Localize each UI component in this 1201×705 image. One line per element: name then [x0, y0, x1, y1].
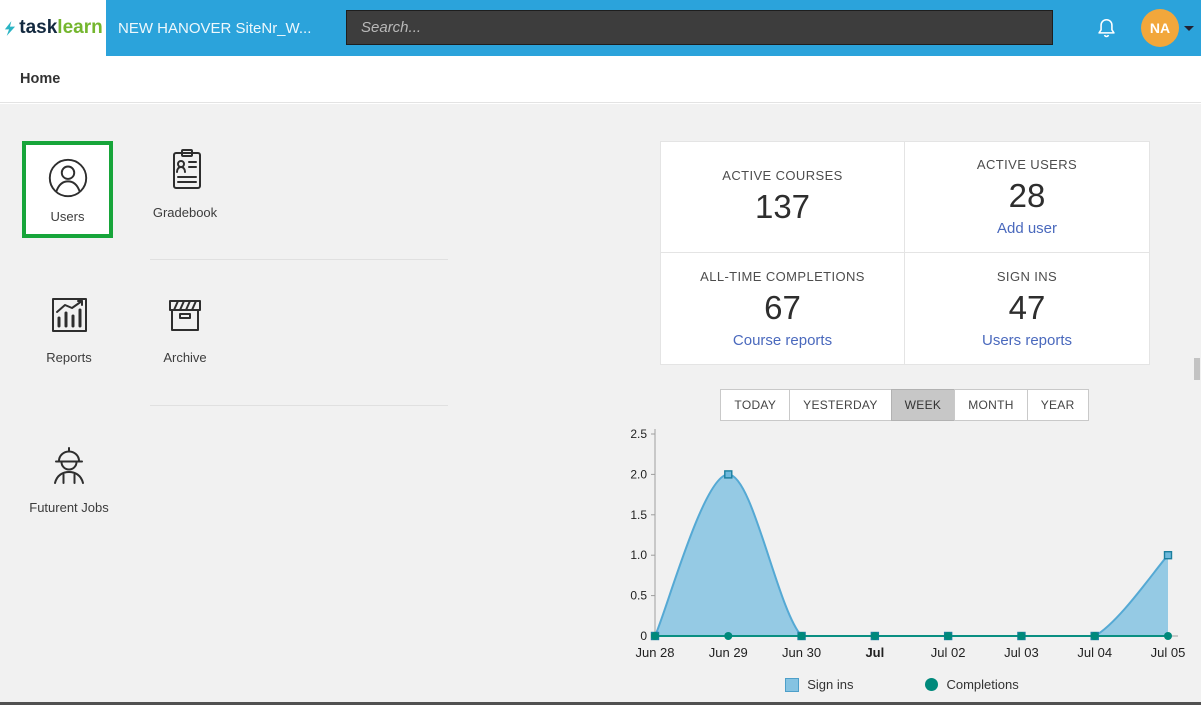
- stat-label: ALL-TIME COMPLETIONS: [700, 268, 865, 284]
- svg-text:0: 0: [640, 629, 647, 643]
- svg-text:Jul: Jul: [865, 645, 884, 660]
- bell-icon: [1097, 18, 1115, 37]
- svg-text:Jul 04: Jul 04: [1077, 645, 1112, 660]
- stat-value: 47: [1008, 288, 1046, 326]
- range-year-button[interactable]: YEAR: [1026, 389, 1089, 421]
- worker-icon: [54, 447, 84, 484]
- avatar[interactable]: NA: [1141, 9, 1179, 47]
- tile-futurent-jobs[interactable]: Futurent Jobs: [23, 441, 115, 515]
- logo-bolt-icon: [5, 20, 16, 36]
- divider: [150, 405, 448, 406]
- stats-panel: ACTIVE COURSES 137 ACTIVE USERS 28 Add u…: [660, 141, 1150, 365]
- svg-text:2.5: 2.5: [630, 427, 647, 441]
- logo-text: tasklearn: [19, 17, 103, 38]
- tile-label: Archive: [163, 350, 207, 365]
- users-reports-link[interactable]: Users reports: [982, 332, 1072, 349]
- divider: [150, 259, 448, 260]
- svg-text:Jul 03: Jul 03: [1004, 645, 1039, 660]
- vertical-scrollbar[interactable]: [1194, 358, 1200, 380]
- activity-chart: 0 0.5 1.0 1.5 2.0 2.5 Jun 28 Jun 29 Jun 30 Jul Jul…: [612, 426, 1192, 692]
- stat-sign-ins: SIGN INS 47 Users reports: [905, 253, 1150, 365]
- tile-label: Users: [50, 209, 85, 224]
- gradebook-icon: [173, 149, 201, 189]
- range-week-button[interactable]: WEEK: [890, 389, 956, 421]
- tile-label: Gradebook: [152, 205, 218, 220]
- tile-reports[interactable]: Reports: [23, 291, 115, 365]
- tile-label: Futurent Jobs: [29, 500, 109, 515]
- svg-text:2.0: 2.0: [630, 467, 647, 481]
- course-reports-link[interactable]: Course reports: [733, 332, 832, 349]
- svg-text:Jun 29: Jun 29: [709, 645, 748, 660]
- svg-text:0.5: 0.5: [630, 589, 647, 603]
- main-content: Users Gradebook Reports Archive Futurent…: [0, 104, 1201, 702]
- date-range-toggle: TODAY YESTERDAY WEEK MONTH YEAR: [660, 389, 1150, 421]
- search-bar: [346, 10, 1053, 45]
- svg-text:Jul 05: Jul 05: [1151, 645, 1186, 660]
- notifications-button[interactable]: [1094, 16, 1118, 40]
- profile-menu-caret-icon[interactable]: [1184, 26, 1194, 31]
- range-month-button[interactable]: MONTH: [954, 389, 1028, 421]
- sign-ins-swatch-icon: [785, 677, 800, 692]
- chart-legend: Sign ins Completions: [612, 677, 1192, 692]
- search-input[interactable]: [346, 10, 1053, 45]
- app-logo[interactable]: tasklearn: [0, 0, 106, 56]
- svg-text:1.0: 1.0: [630, 548, 647, 562]
- stat-active-courses: ACTIVE COURSES 137: [660, 141, 905, 253]
- stat-label: SIGN INS: [996, 268, 1058, 284]
- legend-sign-ins: Sign ins: [785, 677, 853, 692]
- site-name[interactable]: NEW HANOVER SiteNr_W...: [118, 20, 338, 37]
- top-header: tasklearn NEW HANOVER SiteNr_W... NA: [0, 0, 1201, 56]
- legend-label: Sign ins: [807, 677, 854, 692]
- svg-text:1.5: 1.5: [630, 508, 647, 522]
- tile-users[interactable]: Users: [22, 141, 113, 238]
- svg-text:Jun 28: Jun 28: [635, 645, 674, 660]
- svg-text:Jul 02: Jul 02: [931, 645, 966, 660]
- range-today-button[interactable]: TODAY: [720, 389, 791, 421]
- users-icon: [48, 158, 87, 198]
- tile-label: Reports: [46, 350, 92, 365]
- archive-icon: [169, 300, 201, 331]
- tile-archive[interactable]: Archive: [139, 291, 231, 365]
- breadcrumb-home[interactable]: Home: [20, 71, 60, 87]
- breadcrumb: Home: [0, 56, 1201, 103]
- legend-label: Completions: [946, 677, 1019, 692]
- completions-swatch-icon: [925, 678, 939, 691]
- stat-value: 67: [764, 288, 801, 326]
- legend-completions: Completions: [925, 677, 1019, 692]
- stat-all-time-completions: ALL-TIME COMPLETIONS 67 Course reports: [660, 253, 905, 365]
- svg-text:Jun 30: Jun 30: [782, 645, 821, 660]
- reports-icon: [52, 298, 87, 332]
- range-yesterday-button[interactable]: YESTERDAY: [789, 389, 892, 421]
- tile-gradebook[interactable]: Gradebook: [139, 146, 231, 220]
- stat-active-users: ACTIVE USERS 28 Add user: [905, 141, 1150, 253]
- stat-label: ACTIVE COURSES: [722, 168, 843, 183]
- signins-chart-canvas: 0 0.5 1.0 1.5 2.0 2.5 Jun 28 Jun 29 Jun 30 Jul Jul…: [630, 427, 1186, 660]
- stat-value: 28: [1008, 177, 1046, 214]
- stat-label: ACTIVE USERS: [976, 157, 1078, 172]
- add-user-link[interactable]: Add user: [997, 220, 1057, 237]
- stat-value: 137: [754, 188, 811, 225]
